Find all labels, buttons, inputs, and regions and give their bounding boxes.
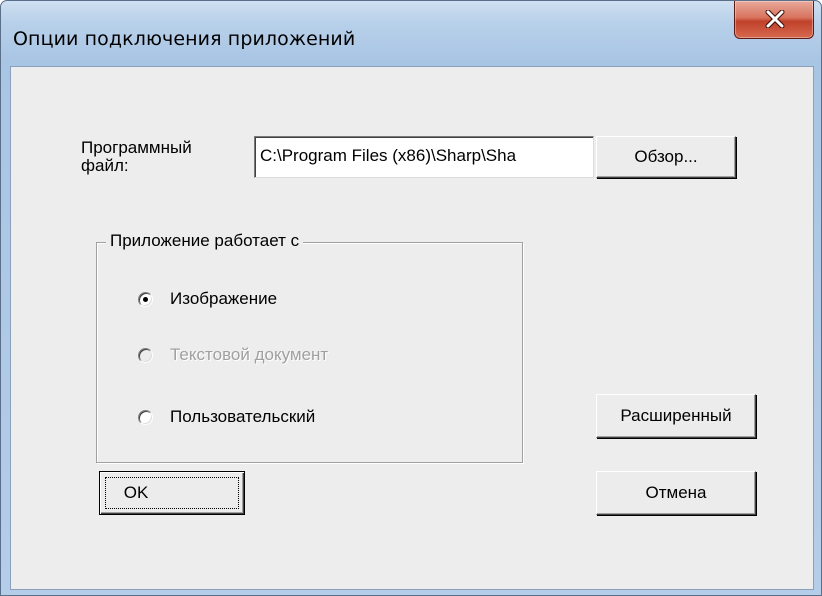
advanced-button-label: Расширенный xyxy=(620,406,732,425)
program-file-label-line1: Программный xyxy=(81,138,192,157)
radio-option-label: Изображение xyxy=(170,289,278,308)
browse-button-label: Обзор... xyxy=(634,147,698,166)
ok-button[interactable]: OK xyxy=(99,471,245,515)
window-title: Опции подключения приложений xyxy=(13,28,356,50)
ok-button-label: OK xyxy=(123,483,149,502)
dialog-client-area: Программный файл: C:\Program Files (x86)… xyxy=(10,66,814,590)
advanced-button[interactable]: Расширенный xyxy=(596,394,756,438)
close-button[interactable] xyxy=(734,1,814,39)
radio-option-custom[interactable]: Пользовательский xyxy=(138,407,315,427)
program-file-label-line2: файл: xyxy=(81,156,129,175)
radio-option-image[interactable]: Изображение xyxy=(138,289,277,309)
radio-button-disabled xyxy=(138,347,153,363)
browse-button[interactable]: Обзор... xyxy=(596,136,736,178)
radio-option-label: Текстовой документ xyxy=(170,345,329,364)
groupbox-title: Приложение работает с xyxy=(106,231,304,251)
radio-button-checked[interactable] xyxy=(138,291,153,307)
program-path-input[interactable]: C:\Program Files (x86)\Sharp\Sha xyxy=(254,136,594,178)
cancel-button[interactable]: Отмена xyxy=(596,471,756,515)
radio-button-unchecked[interactable] xyxy=(138,409,153,425)
program-file-label: Программный файл: xyxy=(81,139,192,175)
dialog-window: Опции подключения приложений Программный… xyxy=(0,0,822,596)
radio-option-text-document: Текстовой документ xyxy=(138,345,328,365)
close-icon xyxy=(765,10,785,28)
radio-option-label: Пользовательский xyxy=(170,407,316,426)
title-bar[interactable]: Опции подключения приложений xyxy=(1,1,821,61)
cancel-button-label: Отмена xyxy=(645,483,707,502)
